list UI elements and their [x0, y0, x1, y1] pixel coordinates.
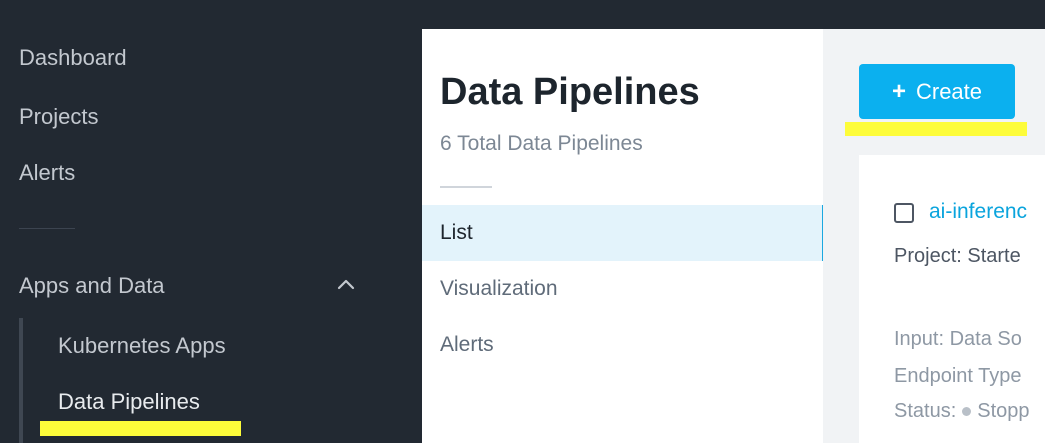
tab-alerts[interactable]: Alerts: [422, 317, 823, 373]
sidebar-item-alerts[interactable]: Alerts: [19, 160, 75, 186]
pipeline-project: Project: Starte: [894, 245, 1021, 267]
pipeline-name-link[interactable]: ai-inferenc: [929, 200, 1027, 224]
plus-icon: +: [891, 77, 906, 105]
sidebar-item-dashboard[interactable]: Dashboard: [19, 45, 127, 71]
sidebar-section-label: Apps and Data: [19, 273, 165, 298]
chevron-up-icon[interactable]: [337, 277, 355, 291]
subnav-divider: [440, 186, 492, 188]
submenu-rail: [19, 318, 23, 443]
tab-list[interactable]: List: [422, 205, 826, 261]
sidebar-section-apps-and-data[interactable]: Apps and Data: [19, 273, 359, 301]
sidebar-divider: [19, 228, 75, 229]
sidebar: Dashboard Projects Alerts Apps and Data …: [0, 0, 422, 443]
create-button[interactable]: + Create: [859, 64, 1015, 119]
pipeline-endpoint-type: Endpoint Type: [894, 365, 1022, 387]
highlight-marker: [40, 421, 241, 436]
top-bar: [422, 0, 1045, 29]
pipeline-input: Input: Data So: [894, 328, 1022, 350]
sidebar-item-data-pipelines[interactable]: Data Pipelines: [58, 389, 200, 415]
content-area: + Create ai-inferenc Project: Starte Inp…: [823, 29, 1045, 443]
subnav-panel: Data Pipelines 6 Total Data Pipelines Li…: [422, 29, 826, 443]
highlight-marker: [845, 122, 1027, 136]
page-title: Data Pipelines: [440, 71, 700, 113]
pipeline-status: Status: Stopp: [894, 400, 1030, 423]
tab-visualization[interactable]: Visualization: [422, 261, 823, 317]
pipeline-status-value: Stopp: [977, 400, 1030, 422]
pipeline-card: ai-inferenc Project: Starte Input: Data …: [859, 155, 1045, 443]
sidebar-item-kubernetes-apps[interactable]: Kubernetes Apps: [58, 333, 226, 359]
pipeline-status-label: Status:: [894, 400, 957, 422]
create-button-label: Create: [915, 78, 983, 104]
status-dot-icon: [962, 407, 972, 416]
sidebar-item-projects[interactable]: Projects: [19, 104, 98, 130]
pipeline-select-checkbox[interactable]: [894, 203, 914, 223]
page-subtitle: 6 Total Data Pipelines: [440, 132, 643, 155]
